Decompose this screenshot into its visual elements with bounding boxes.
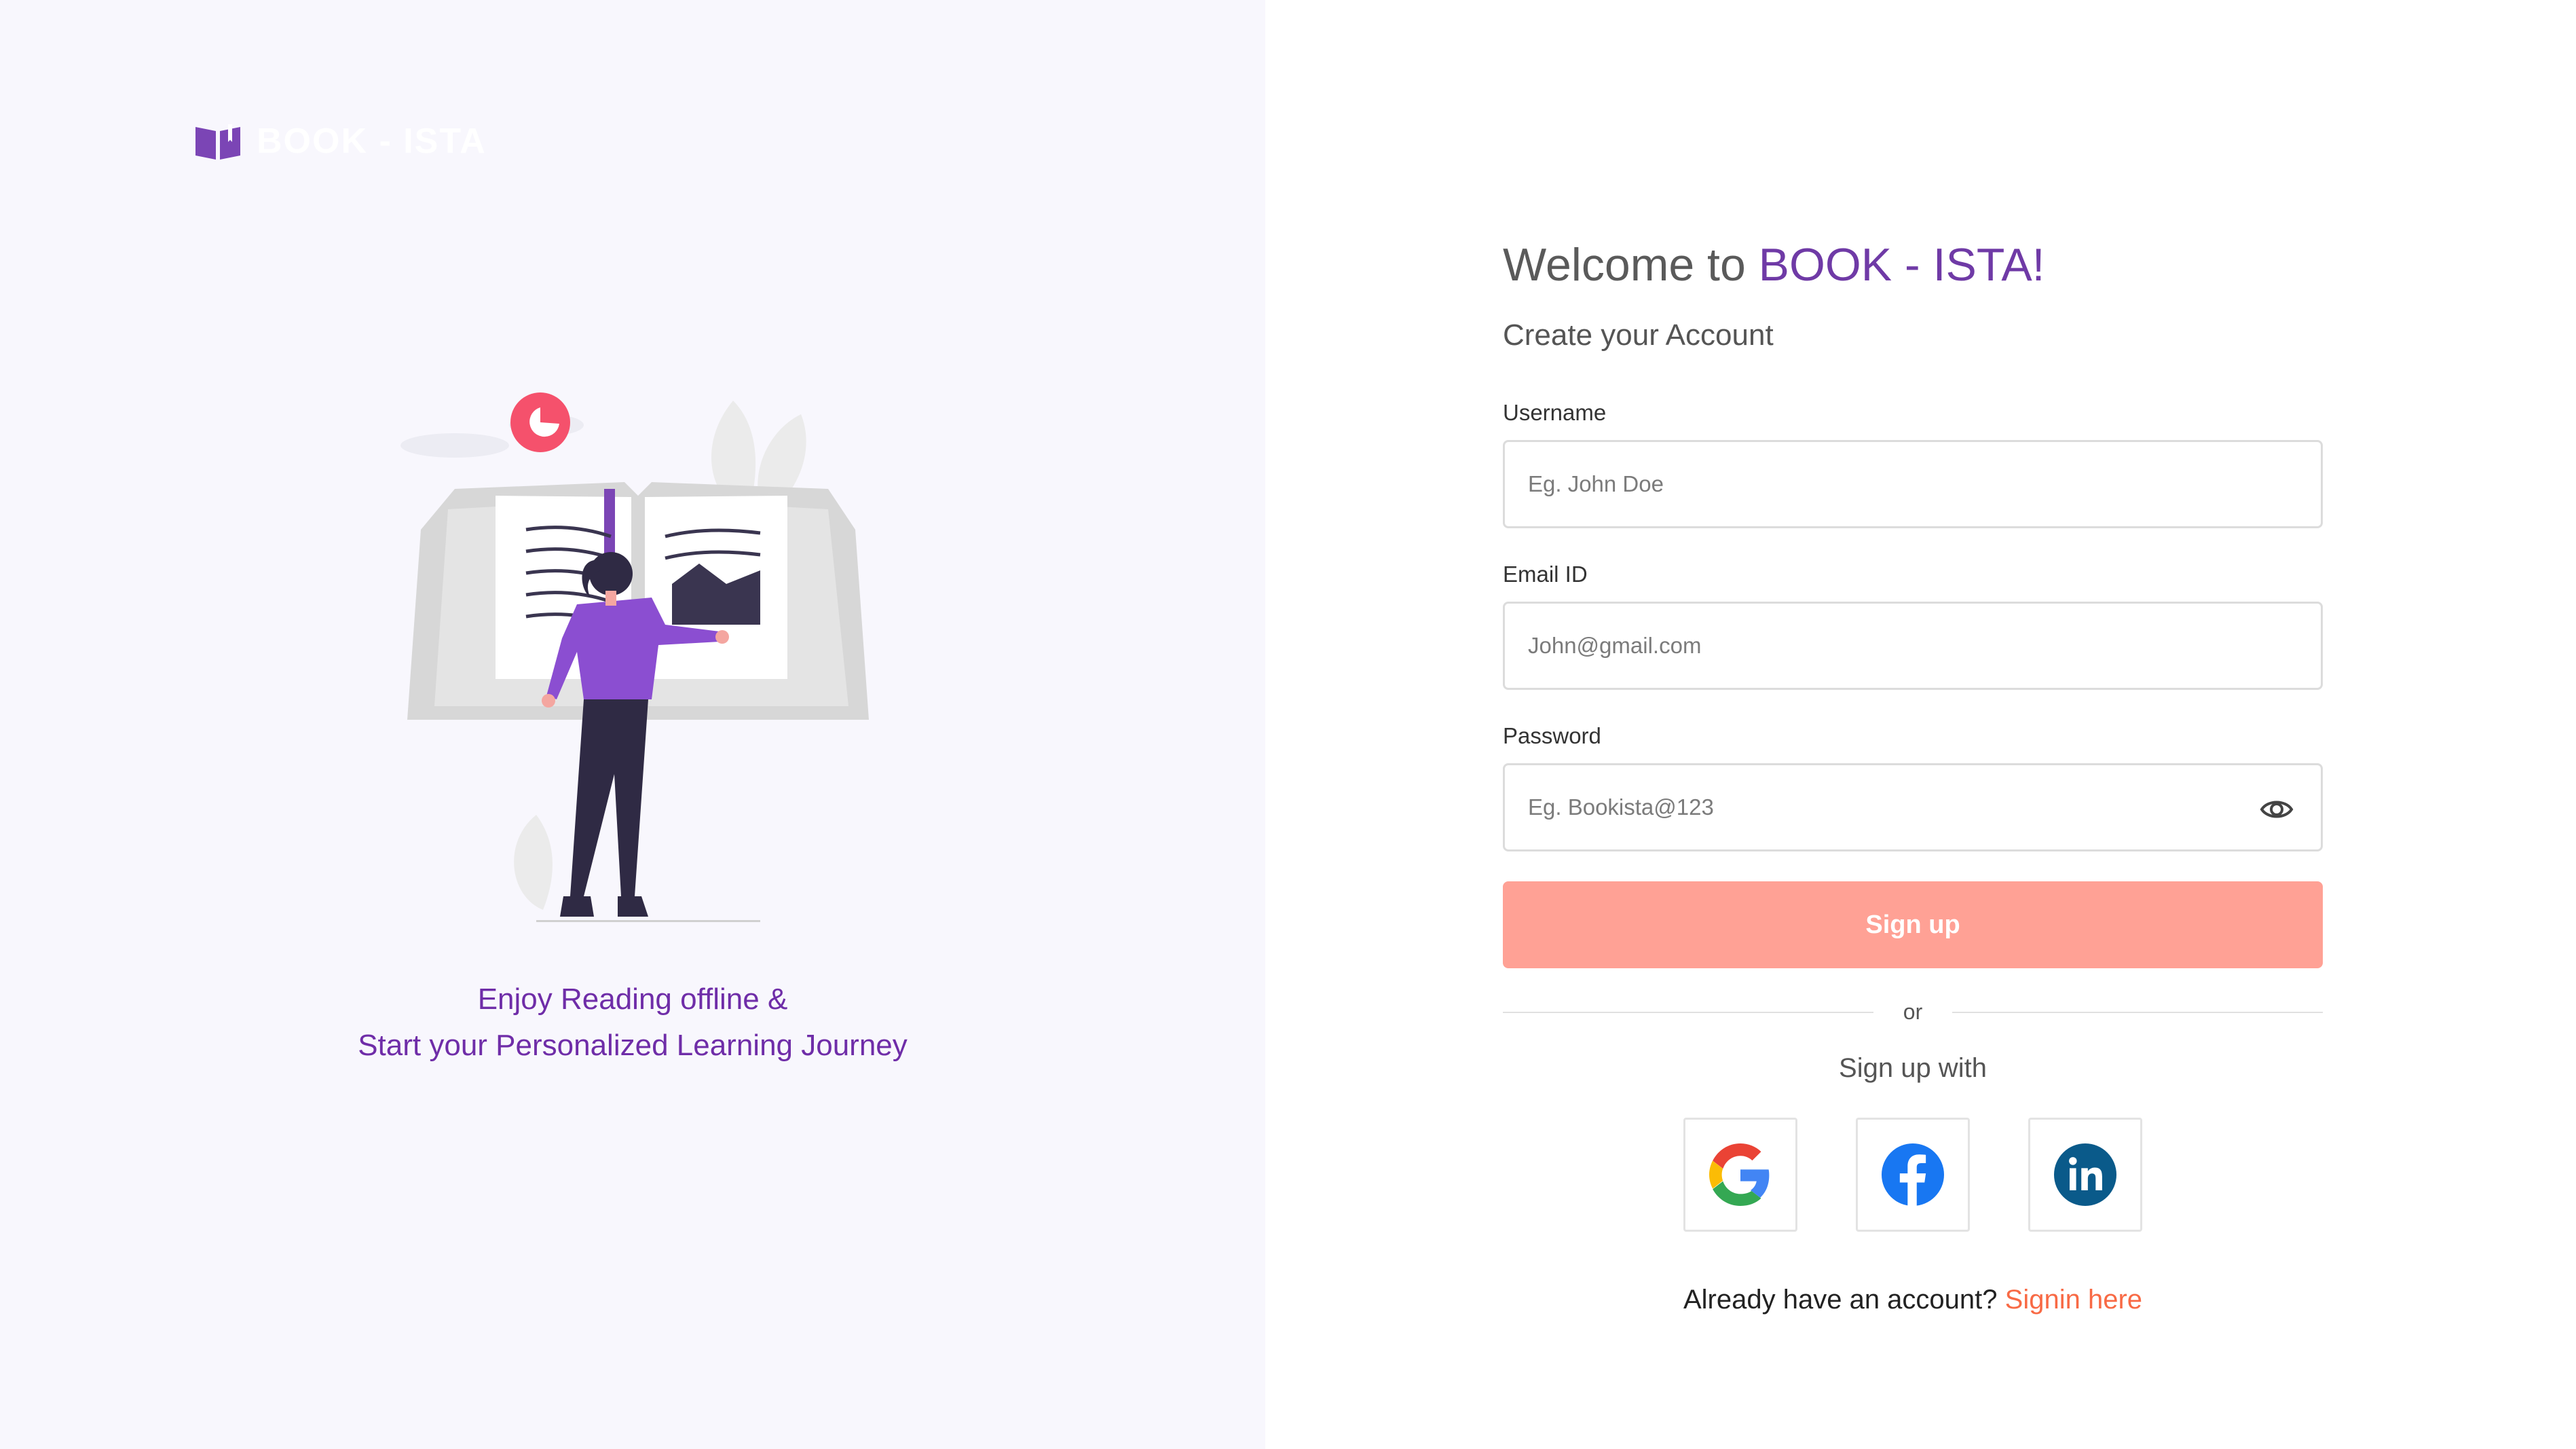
signup-button[interactable]: Sign up xyxy=(1503,881,2323,968)
password-input[interactable] xyxy=(1527,794,2242,821)
google-signup-button[interactable] xyxy=(1683,1118,1797,1232)
left-panel: BOOK - ISTA Enjoy Reading offline & Star… xyxy=(0,0,1265,1449)
page-subtitle: Create your Account xyxy=(1503,318,1774,352)
username-label: Username xyxy=(1503,400,1607,425)
email-field-box[interactable] xyxy=(1503,602,2323,690)
reading-illustration xyxy=(400,392,869,922)
signin-prompt: Already have an account? Signin here xyxy=(1503,1285,2323,1315)
google-icon xyxy=(1709,1143,1770,1206)
logo-text: BOOK - ISTA xyxy=(257,122,487,161)
email-input[interactable] xyxy=(1527,632,2242,659)
signin-prompt-text: Already have an account? xyxy=(1683,1285,2005,1315)
eye-icon[interactable] xyxy=(2260,792,2294,826)
or-label: or xyxy=(1903,999,1923,1024)
linkedin-signup-button[interactable] xyxy=(2028,1118,2142,1232)
logo[interactable]: BOOK - ISTA xyxy=(194,121,487,162)
tagline-line-2: Start your Personalized Learning Journey xyxy=(358,1029,908,1062)
or-divider: or xyxy=(1503,999,2323,1025)
username-field-box[interactable] xyxy=(1503,440,2323,528)
password-field-box[interactable] xyxy=(1503,763,2323,851)
linkedin-icon xyxy=(2054,1143,2116,1206)
signup-with-label: Sign up with xyxy=(1839,1053,1987,1083)
welcome-prefix: Welcome to xyxy=(1503,239,1759,291)
signin-link[interactable]: Signin here xyxy=(2005,1285,2142,1315)
divider-line-left xyxy=(1503,1011,1873,1013)
welcome-brand: BOOK - ISTA! xyxy=(1758,239,2045,291)
facebook-icon xyxy=(1882,1143,1944,1206)
social-buttons xyxy=(1503,1118,2323,1232)
tagline: Enjoy Reading offline & Start your Perso… xyxy=(0,976,1265,1069)
tagline-line-1: Enjoy Reading offline & xyxy=(477,983,788,1016)
signup-form: Welcome to BOOK - ISTA! Create your Acco… xyxy=(1503,231,2323,1315)
divider-line-right xyxy=(1952,1011,2323,1013)
page-title: Welcome to BOOK - ISTA! xyxy=(1503,231,2323,299)
email-label: Email ID xyxy=(1503,562,1588,587)
facebook-signup-button[interactable] xyxy=(1856,1118,1970,1232)
username-input[interactable] xyxy=(1527,471,2242,498)
password-label: Password xyxy=(1503,723,1601,748)
open-book-icon xyxy=(195,124,240,160)
